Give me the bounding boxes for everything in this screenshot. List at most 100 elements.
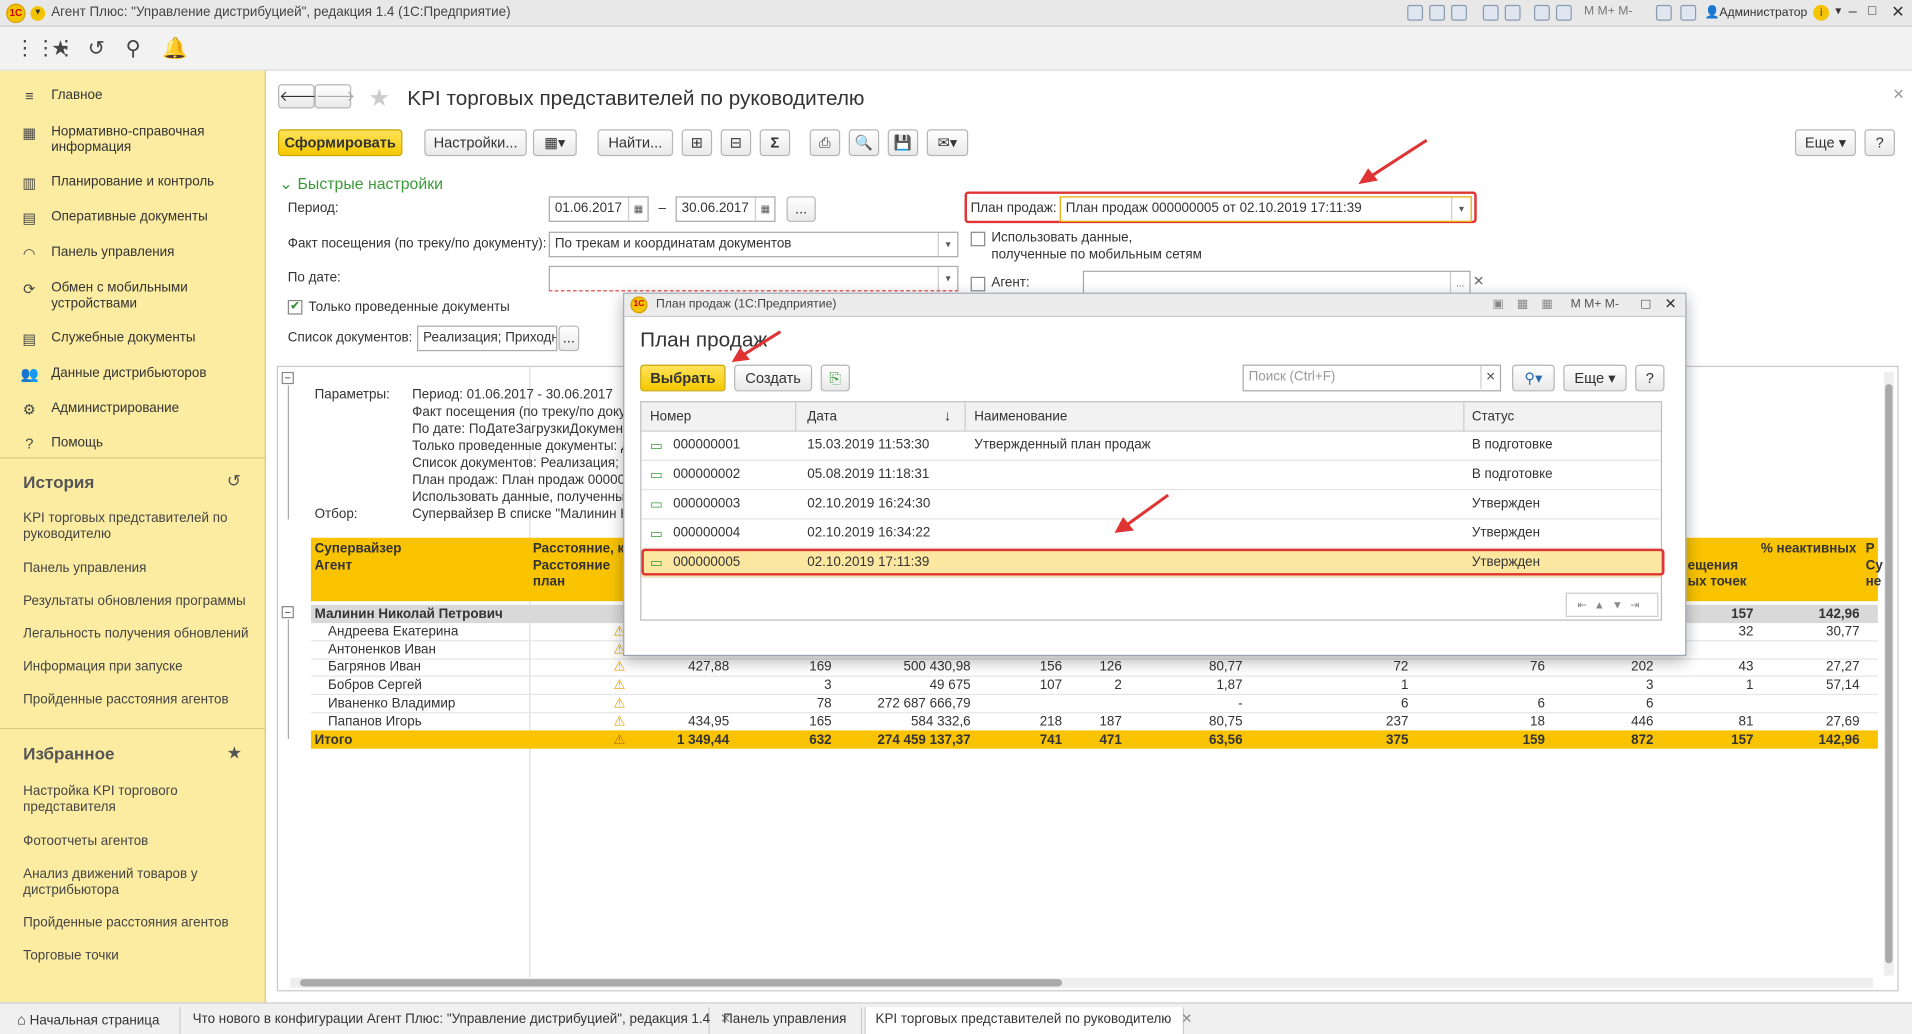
doclist-select-button[interactable]: ... xyxy=(558,325,580,352)
copy-icon[interactable]: ⎘ xyxy=(820,364,850,392)
sidebar-item-planning[interactable]: ▥ Планирование и контроль xyxy=(0,167,266,199)
favorite-link[interactable]: Фотоотчеты агентов xyxy=(23,834,249,850)
print-icon[interactable] xyxy=(1429,4,1445,21)
help-button[interactable]: ? xyxy=(1635,364,1665,392)
horizontal-scrollbar[interactable] xyxy=(290,977,1873,988)
history-link[interactable]: Легальность получения обновлений xyxy=(23,627,249,643)
sidebar-item-distributors[interactable]: 👥 Данные дистрибьюторов xyxy=(0,359,266,391)
sidebar-item-main[interactable]: ≡ Главное xyxy=(0,80,266,112)
minimize-icon[interactable]: – xyxy=(1849,2,1857,19)
calculator-icon[interactable] xyxy=(1555,4,1572,21)
more-button[interactable]: Еще ▾ xyxy=(1563,364,1627,392)
chevron-down-icon[interactable]: ▾ xyxy=(1451,197,1471,221)
variants-button[interactable]: ▦▾ xyxy=(532,129,577,157)
settings-button[interactable]: Настройки... xyxy=(424,129,527,157)
doclist-field[interactable]: Реализация; Приходні xyxy=(417,325,558,352)
note-icon[interactable] xyxy=(1504,4,1521,21)
collapse-icon[interactable]: − xyxy=(281,606,294,619)
maximize-icon[interactable]: □ xyxy=(1641,295,1650,312)
memory-icons[interactable]: M M+ M- xyxy=(1571,298,1619,311)
agent-checkbox[interactable] xyxy=(970,276,986,292)
plan-select[interactable]: План продаж 000000005 от 02.10.2019 17:1… xyxy=(1059,196,1472,222)
close-icon[interactable]: ✕ xyxy=(1664,295,1676,312)
sum-icon[interactable]: Σ xyxy=(759,129,791,157)
sidebar-item-operational[interactable]: ▤ Оперативные документы xyxy=(0,202,266,234)
favorites-star-icon[interactable]: ★ xyxy=(51,37,70,60)
search-input[interactable]: Поиск (Ctrl+F) ✕ xyxy=(1242,364,1502,392)
history-link[interactable]: Панель управления xyxy=(23,561,249,577)
collapse-icon[interactable]: ⊟ xyxy=(720,129,752,157)
print-icon[interactable]: ⎙ xyxy=(809,129,841,157)
column-status[interactable]: Статус xyxy=(1472,410,1514,425)
search-options-button[interactable]: ⚲▾ xyxy=(1512,364,1555,392)
window-menu-icon[interactable]: ▾ xyxy=(1835,5,1841,18)
sidebar-item-help[interactable]: ? Помощь xyxy=(0,428,266,460)
sidebar-item-dashboard[interactable]: ◠ Панель управления xyxy=(0,238,266,270)
tab-dashboard[interactable]: Панель управления xyxy=(713,1007,863,1034)
period-select-button[interactable]: ... xyxy=(786,196,816,222)
close-icon[interactable]: ✕ xyxy=(1891,2,1904,22)
bell-icon[interactable]: 🔔 xyxy=(162,37,188,60)
history-link[interactable]: Результаты обновления программы xyxy=(23,594,249,610)
link-icon[interactable]: ▣ xyxy=(1493,298,1505,311)
help-button[interactable]: ? xyxy=(1864,129,1895,157)
calculator-icon[interactable]: ▦ xyxy=(1541,298,1553,311)
collapse-chevron-icon[interactable]: ⌄ xyxy=(279,174,292,194)
back-button[interactable]: 🡐 xyxy=(278,84,318,109)
preview-icon[interactable]: 🔍 xyxy=(848,129,880,157)
sidebar-item-mobile-exchange[interactable]: ⟳ Обмен с мобильными устройствами xyxy=(0,273,266,310)
sidebar-item-admin[interactable]: ⚙ Администрирование xyxy=(0,394,266,426)
period-to-field[interactable]: 30.06.2017 ▦ xyxy=(675,196,776,222)
favorite-link[interactable]: Анализ движений товаров у дистрибьютора xyxy=(23,867,249,899)
column-date[interactable]: Дата xyxy=(807,410,837,425)
history-icon[interactable]: ↺ xyxy=(88,37,105,60)
select-ellipsis-icon[interactable]: ... xyxy=(1449,271,1470,296)
quick-settings-heading[interactable]: Быстрые настройки xyxy=(298,174,443,192)
clear-icon[interactable]: ✕ xyxy=(1480,365,1500,389)
generate-button[interactable]: Сформировать xyxy=(278,129,403,157)
find-button[interactable]: Найти... xyxy=(597,129,674,157)
forward-button[interactable]: 🡒 xyxy=(314,84,355,109)
close-icon[interactable]: ✕ xyxy=(1181,1012,1192,1027)
calendar-icon[interactable] xyxy=(1534,4,1550,21)
tab-home[interactable]: ⌂ Начальная страница xyxy=(0,1007,181,1034)
info-icon[interactable]: i xyxy=(1813,4,1830,21)
use-mobile-checkbox[interactable] xyxy=(970,231,986,247)
zoom-icon[interactable] xyxy=(1655,4,1672,21)
sidebar-item-reference[interactable]: ▦ Нормативно-справочная информация xyxy=(0,117,266,154)
favorites-star-icon[interactable]: ★ xyxy=(227,743,242,764)
more-button[interactable]: Еще ▾ xyxy=(1794,129,1856,157)
history-link[interactable]: KPI торговых представителей по руководит… xyxy=(23,511,249,543)
scroll-thumb[interactable] xyxy=(1885,384,1893,964)
vertical-scrollbar[interactable] xyxy=(1883,371,1894,976)
table-row[interactable]: ▭ 000000001 15.03.2019 11:53:30 Утвержденны… xyxy=(641,432,1661,461)
user-name[interactable]: Администратор xyxy=(1719,6,1807,19)
tab-kpi[interactable]: KPI торговых представителей по руководит… xyxy=(864,1007,1192,1034)
clear-icon[interactable]: ✕ xyxy=(1473,273,1484,289)
memory-icons[interactable]: M M+ M- xyxy=(1584,5,1632,18)
history-link[interactable]: Пройденные расстояния агентов xyxy=(23,693,249,709)
select-button[interactable]: Выбрать xyxy=(640,364,726,392)
table-row[interactable]: ▭ 000000002 05.08.2019 11:18:31 В подготовк… xyxy=(641,461,1661,491)
close-icon[interactable]: ✕ xyxy=(1893,85,1905,102)
favorite-link[interactable]: Настройка KPI торгового представителя xyxy=(23,784,249,816)
chevron-down-icon[interactable]: ▾ xyxy=(937,232,958,257)
column-name[interactable]: Наименование xyxy=(974,410,1067,425)
save-icon[interactable] xyxy=(1407,4,1424,21)
panel-icon[interactable] xyxy=(1680,4,1697,21)
search-icon[interactable]: ⚲ xyxy=(126,37,141,60)
link-icon[interactable] xyxy=(1482,4,1499,21)
history-link[interactable]: Информация при запуске xyxy=(23,660,249,676)
calendar-icon[interactable]: ▦ xyxy=(754,197,775,221)
history-icon[interactable]: ↺ xyxy=(227,471,241,492)
tab-whats-new[interactable]: Что нового в конфигурации Агент Плюс: "У… xyxy=(183,1007,731,1034)
favorite-star-icon[interactable]: ★ xyxy=(368,83,390,113)
save-icon[interactable]: 💾 xyxy=(887,129,919,157)
calendar-icon[interactable]: ▦ xyxy=(627,197,648,221)
only-posted-checkbox[interactable]: ✔ xyxy=(287,299,303,315)
email-icon[interactable]: ✉▾ xyxy=(926,129,969,157)
app-menu-icon[interactable]: ▼ xyxy=(30,6,46,21)
preview-icon[interactable] xyxy=(1451,4,1467,21)
favorite-link[interactable]: Пройденные расстояния агентов xyxy=(23,916,249,932)
create-button[interactable]: Создать xyxy=(734,364,813,392)
